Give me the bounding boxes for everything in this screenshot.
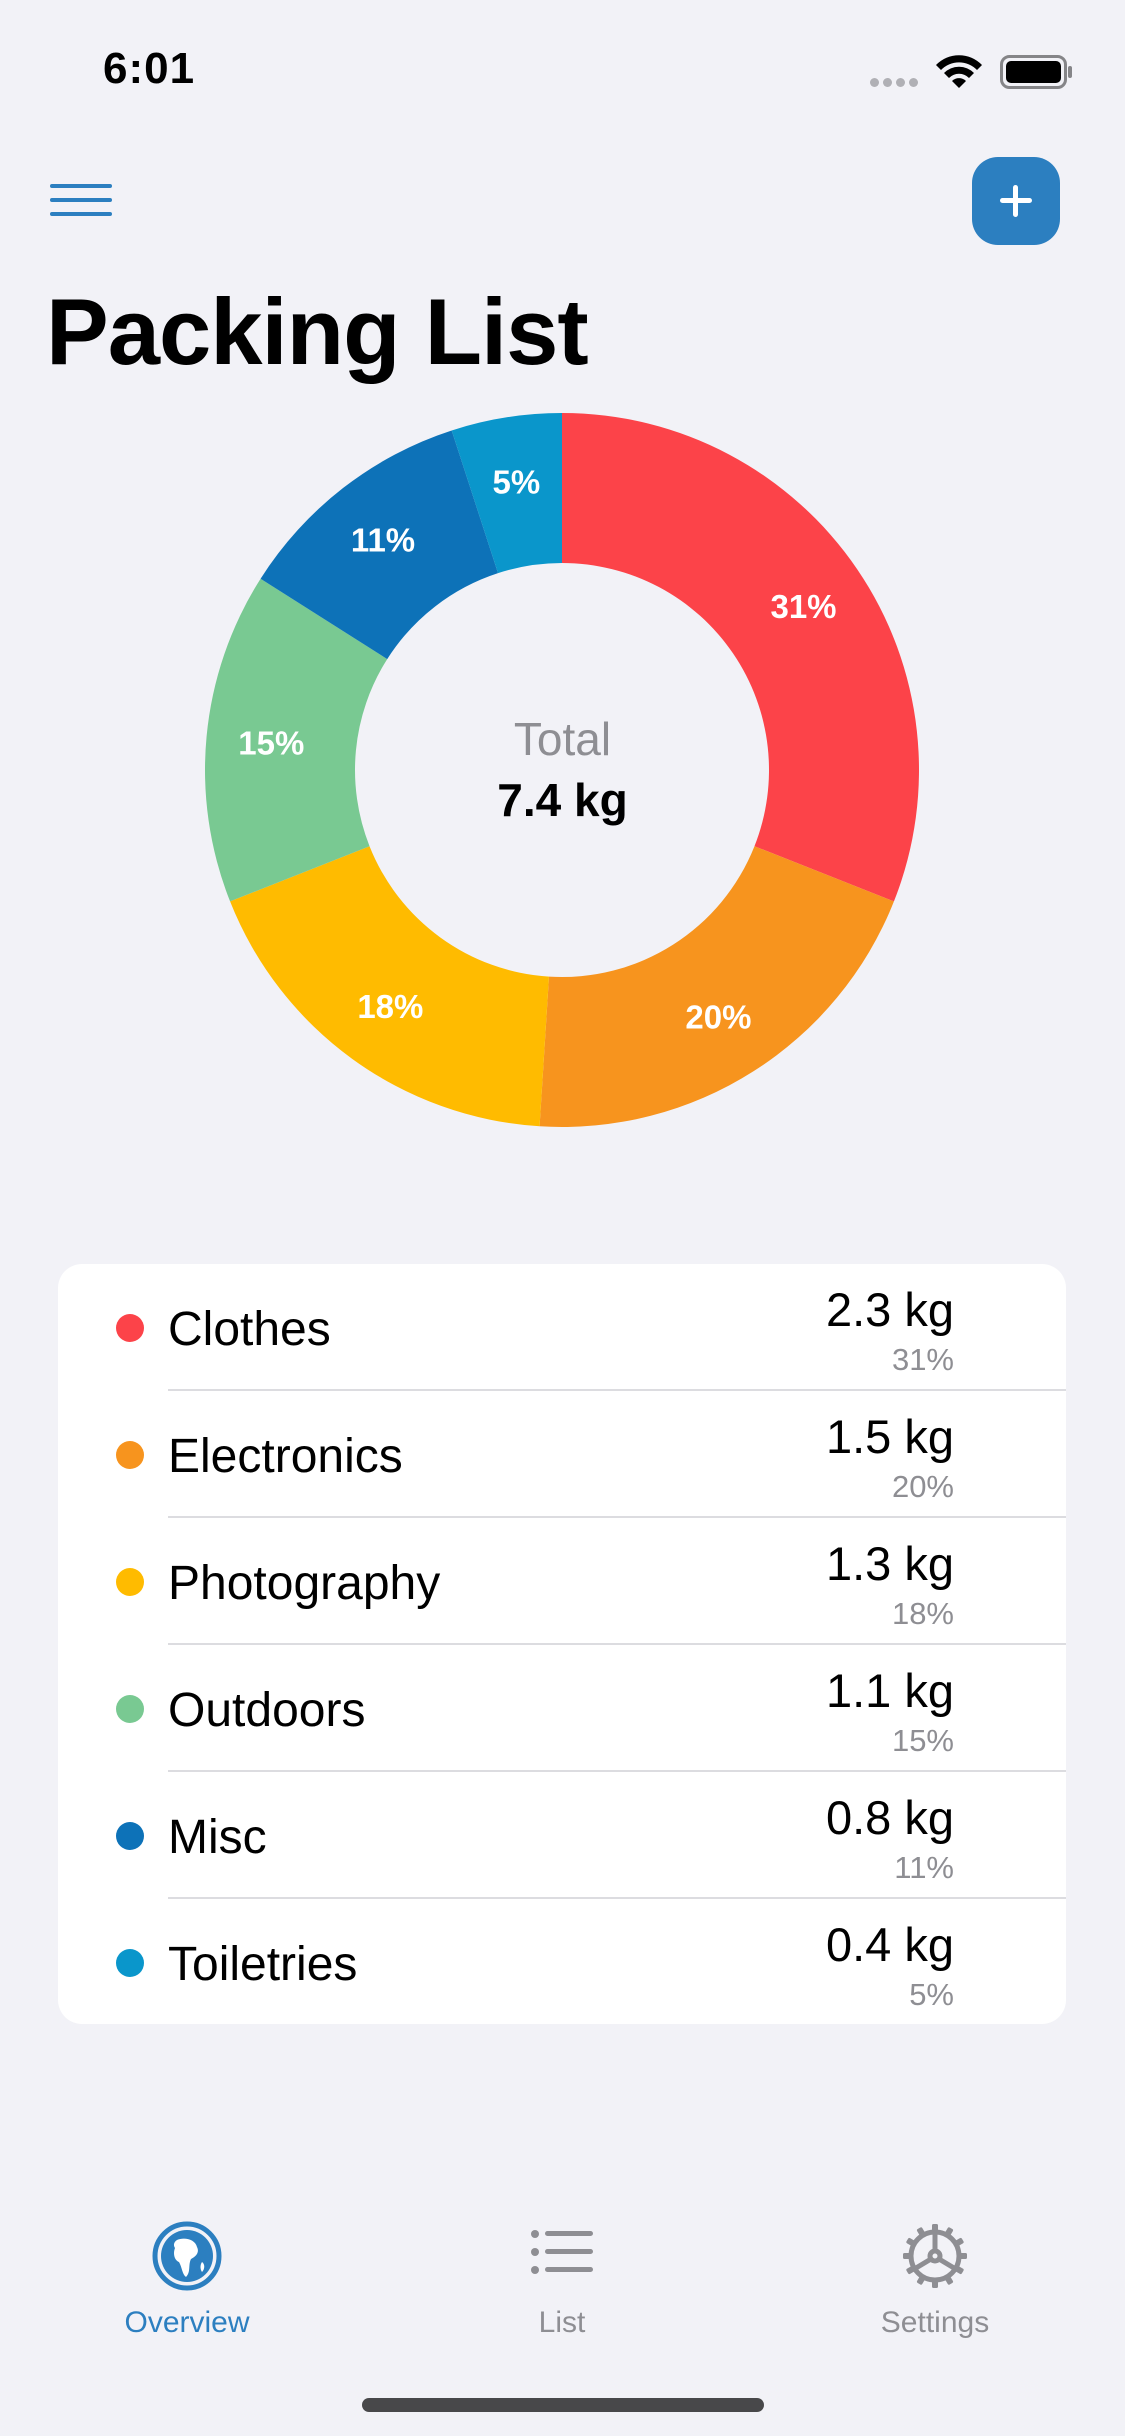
donut-slice-label: 18% [357,988,423,1025]
tab-list-label: List [538,2306,586,2339]
globe-icon [152,2221,222,2291]
add-button[interactable] [972,157,1060,245]
list-item[interactable]: Clothes 2.3 kg 31% [58,1264,1066,1391]
list-item[interactable]: Outdoors 1.1 kg 15% [58,1645,1066,1772]
donut-slice-clothes [562,413,919,902]
category-color-dot [116,1695,144,1723]
chart-total-value: 7.4 kg [497,774,628,826]
category-color-dot [116,1568,144,1596]
list-icon [531,2230,593,2274]
chart-total-label: Total [513,713,612,765]
battery-icon [1000,55,1072,89]
category-name: Misc [168,1811,267,1864]
list-item[interactable]: Electronics 1.5 kg 20% [58,1391,1066,1518]
tab-settings-label: Settings [880,2306,990,2339]
category-color-dot [116,1949,144,1977]
category-weight: 2.3 kg [825,1283,954,1336]
donut-slice-label: 5% [492,464,540,501]
category-color-dot [116,1441,144,1469]
category-list: Clothes 2.3 kg 31% Electronics 1.5 kg 20% Phot… [58,1264,1066,2024]
page-title: Packing List [46,279,589,384]
tab-overview-label: Overview [124,2306,250,2339]
category-name: Photography [168,1557,441,1610]
menu-button[interactable] [50,180,116,220]
category-percent: 31% [891,1342,954,1377]
category-percent: 15% [891,1723,954,1758]
category-weight: 0.4 kg [825,1918,954,1971]
donut-slice-photography [230,846,550,1127]
category-weight: 1.3 kg [825,1537,954,1590]
category-percent: 18% [891,1596,954,1631]
category-color-dot [116,1314,144,1342]
list-item[interactable]: Misc 0.8 kg 11% [58,1772,1066,1899]
weight-donut-chart: 31%20%18%15%11%5% [205,413,919,1127]
tab-settings[interactable]: Settings [815,2220,1055,2350]
donut-slice-label: 11% [351,521,415,558]
tab-list[interactable]: List [442,2220,682,2350]
category-percent: 20% [891,1469,954,1504]
category-weight: 1.5 kg [825,1410,954,1463]
list-item[interactable]: Toiletries 0.4 kg 5% [58,1899,1066,2024]
donut-slice-label: 31% [770,588,836,625]
category-percent: 5% [909,1977,954,2012]
category-name: Outdoors [168,1684,366,1737]
donut-slice-electronics [539,846,894,1127]
tab-overview[interactable]: Overview [67,2220,307,2350]
category-name: Clothes [168,1303,331,1356]
category-name: Electronics [168,1430,403,1483]
status-time: 6:01 [103,44,196,93]
category-weight: 0.8 kg [825,1791,954,1844]
gear-icon [903,2224,967,2288]
home-indicator [362,2398,764,2412]
donut-slice-label: 20% [685,999,751,1036]
category-name: Toiletries [168,1938,358,1991]
category-weight: 1.1 kg [825,1664,954,1717]
list-item[interactable]: Photography 1.3 kg 18% [58,1518,1066,1645]
category-percent: 11% [894,1850,954,1885]
category-color-dot [116,1822,144,1850]
status-bar: 6:01 [0,0,1125,140]
wifi-icon [936,55,982,88]
cellular-signal-icon [870,74,922,92]
